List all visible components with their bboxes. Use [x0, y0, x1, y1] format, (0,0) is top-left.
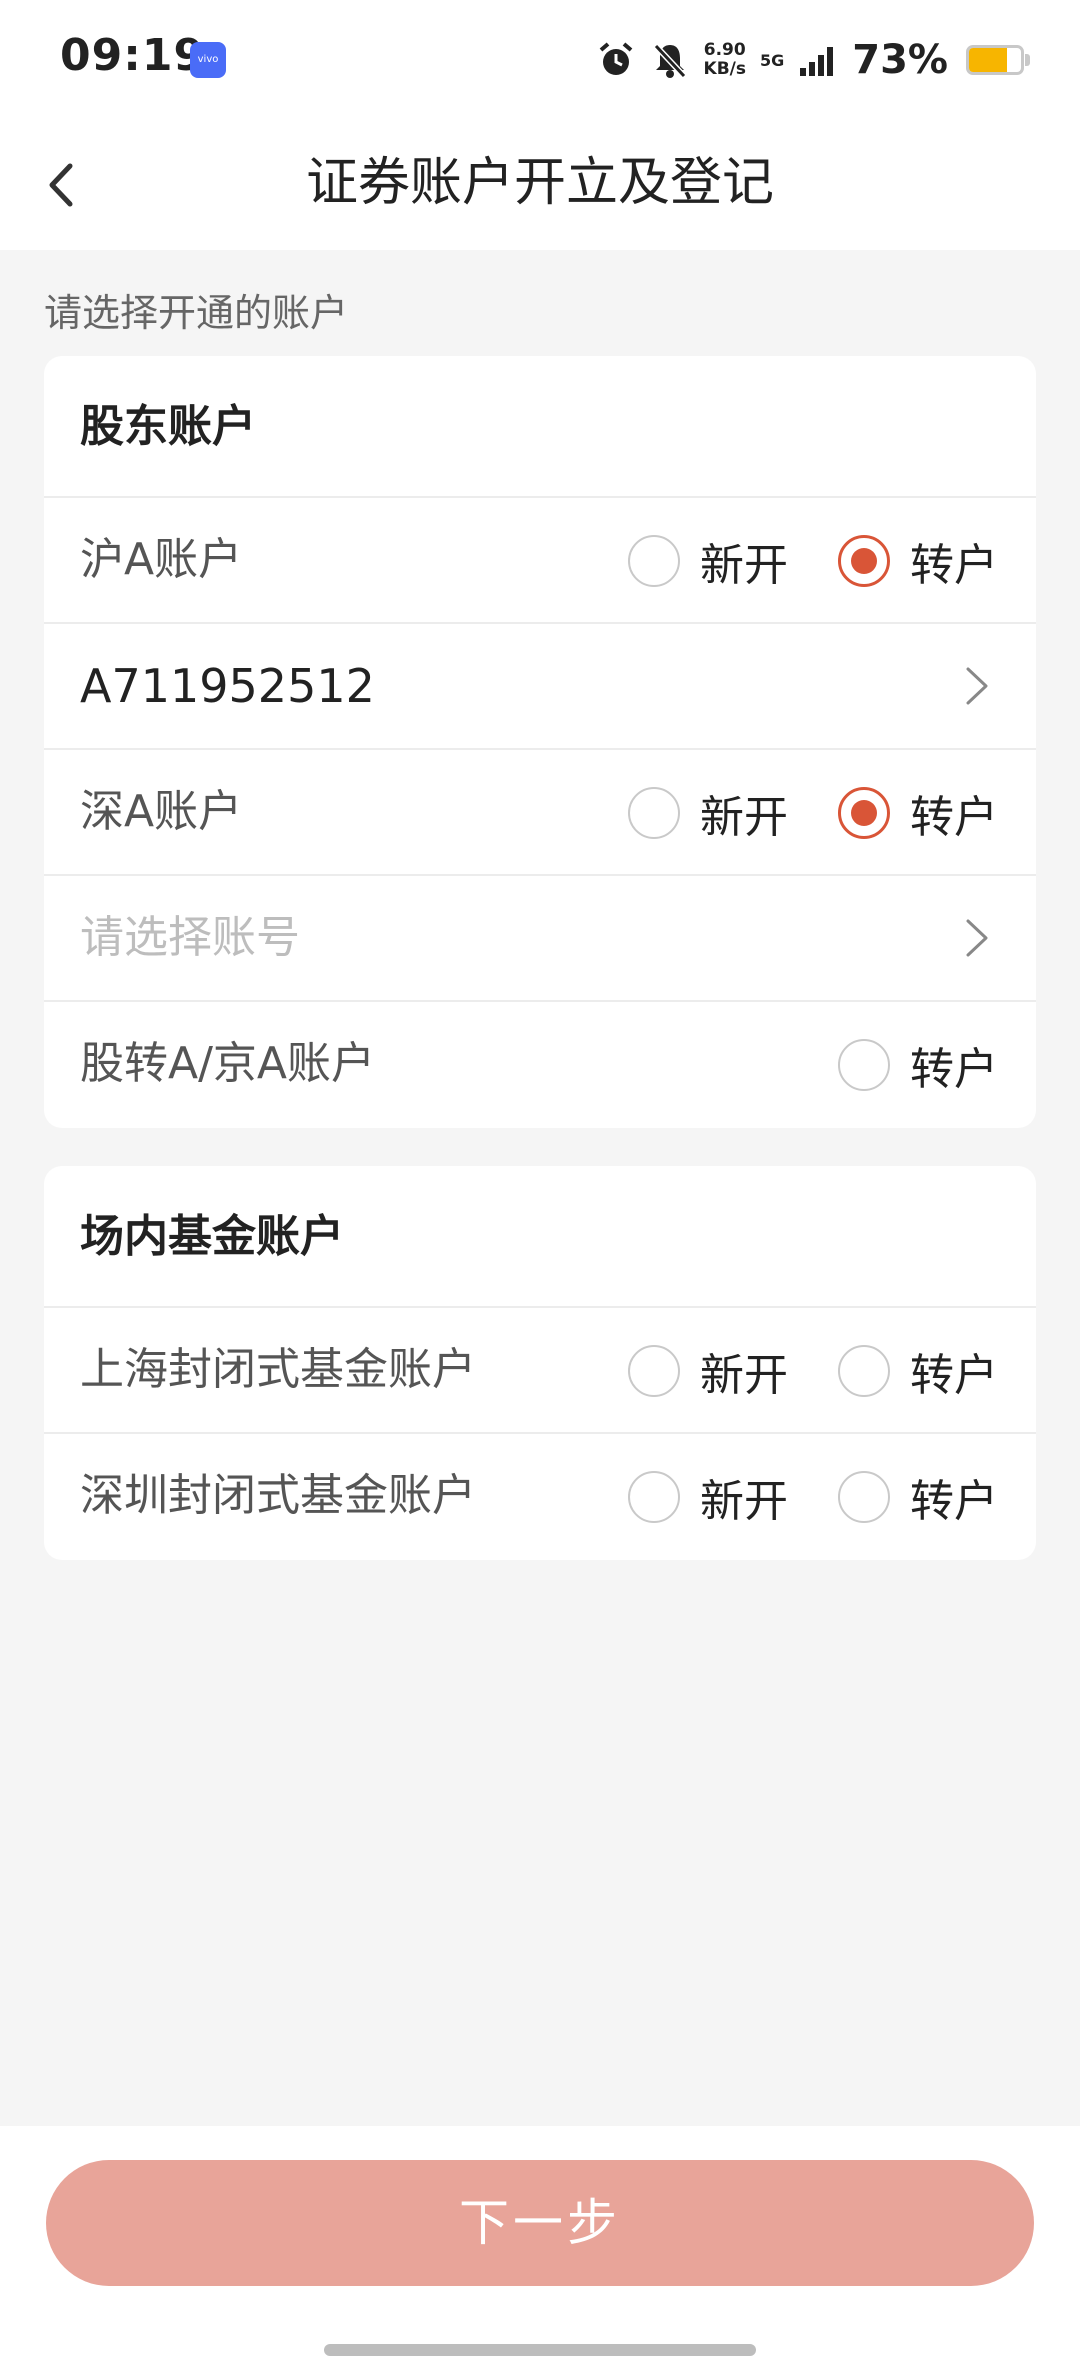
- card-title: 场内基金账户: [44, 1166, 1036, 1308]
- option-label: 转户: [910, 1044, 998, 1095]
- row-sh-a-account: 沪A账户 新开 转户: [44, 498, 1036, 624]
- row-label: 股转A/京A账户: [80, 1038, 376, 1089]
- radio-icon[interactable]: [838, 1345, 890, 1397]
- net-speed-value: 6.90: [703, 40, 746, 60]
- row-sh-fund-account: 上海封闭式基金账户 新开 转户: [44, 1308, 1036, 1434]
- back-chevron-icon[interactable]: [30, 150, 100, 220]
- radio-icon[interactable]: [838, 1039, 890, 1091]
- row-label: 深A账户: [80, 786, 243, 837]
- status-bar: 09:19 vivo 6.90 KB/s 5G 73%: [0, 0, 1080, 120]
- neeq-transfer-option[interactable]: 转户: [838, 1035, 998, 1095]
- radio-icon[interactable]: [628, 535, 680, 587]
- option-label: 新开: [700, 540, 788, 591]
- shareholder-account-card: 股东账户 沪A账户 新开 转户 A711952512 深A账户 新开 转户 请选…: [44, 356, 1036, 1128]
- row-sz-fund-account: 深圳封闭式基金账户 新开 转户: [44, 1434, 1036, 1560]
- sz-a-new-option[interactable]: 新开: [628, 783, 788, 843]
- radio-icon[interactable]: [628, 787, 680, 839]
- radio-checked-icon[interactable]: [838, 535, 890, 587]
- bottom-action-bar: 下一步: [0, 2126, 1080, 2376]
- page-title: 证券账户开立及登记: [305, 153, 774, 213]
- net-speed-unit: KB/s: [703, 59, 746, 79]
- radio-icon[interactable]: [628, 1345, 680, 1397]
- net-speed: 6.90 KB/s: [704, 41, 746, 79]
- sh-account-number: A711952512: [80, 659, 375, 713]
- nav-bar: 证券账户开立及登记: [0, 120, 1080, 250]
- sh-fund-transfer-option[interactable]: 转户: [838, 1341, 998, 1401]
- sz-fund-transfer-option[interactable]: 转户: [838, 1467, 998, 1527]
- sz-account-placeholder: 请选择账号: [80, 912, 300, 963]
- sz-fund-new-option[interactable]: 新开: [628, 1467, 788, 1527]
- mute-bell-icon: [653, 43, 686, 79]
- alarm-icon: [599, 42, 632, 75]
- sh-fund-new-option[interactable]: 新开: [628, 1341, 788, 1401]
- option-label: 转户: [910, 540, 998, 591]
- status-icons: 6.90 KB/s 5G 73%: [596, 32, 1030, 88]
- next-step-button[interactable]: 下一步: [46, 2160, 1034, 2286]
- option-label: 转户: [910, 1350, 998, 1401]
- row-sz-account-select[interactable]: 请选择账号: [44, 876, 1036, 1002]
- battery-fill: [969, 48, 1007, 72]
- row-label: 沪A账户: [80, 534, 243, 585]
- radio-checked-icon[interactable]: [838, 787, 890, 839]
- card-title: 股东账户: [44, 356, 1036, 498]
- row-sh-account-select[interactable]: A711952512: [44, 624, 1036, 750]
- battery-icon: [966, 45, 1030, 75]
- option-label: 新开: [700, 1476, 788, 1527]
- sh-a-transfer-option[interactable]: 转户: [838, 531, 998, 591]
- signal-icon: [800, 47, 834, 76]
- battery-percent: 73%: [852, 37, 948, 83]
- chevron-right-icon: [966, 919, 988, 957]
- row-sz-a-account: 深A账户 新开 转户: [44, 750, 1036, 876]
- fund-account-card: 场内基金账户 上海封闭式基金账户 新开 转户 深圳封闭式基金账户 新开 转户: [44, 1166, 1036, 1560]
- row-label: 上海封闭式基金账户: [80, 1344, 476, 1395]
- option-label: 新开: [700, 792, 788, 843]
- radio-icon[interactable]: [628, 1471, 680, 1523]
- row-label: 深圳封闭式基金账户: [80, 1470, 476, 1521]
- sh-a-new-option[interactable]: 新开: [628, 531, 788, 591]
- status-time: 09:19: [60, 30, 206, 81]
- option-label: 转户: [910, 1476, 998, 1527]
- chevron-right-icon: [966, 667, 988, 705]
- radio-icon[interactable]: [838, 1471, 890, 1523]
- section-hint: 请选择开通的账户: [44, 291, 349, 335]
- battery-cap: [1025, 54, 1030, 66]
- home-indicator[interactable]: [324, 2344, 756, 2356]
- row-neeq-account: 股转A/京A账户 转户: [44, 1002, 1036, 1128]
- network-type: 5G: [759, 50, 785, 70]
- vivo-badge-icon: vivo: [190, 42, 226, 78]
- option-label: 新开: [700, 1350, 788, 1401]
- option-label: 转户: [910, 792, 998, 843]
- sz-a-transfer-option[interactable]: 转户: [838, 783, 998, 843]
